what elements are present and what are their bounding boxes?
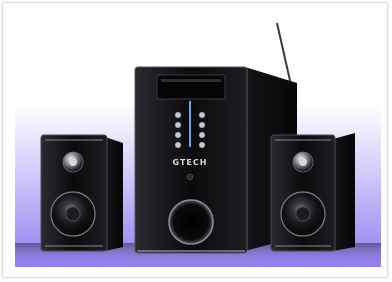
product-photo: GTECH: [15, 15, 381, 267]
brand-logo: GTECH: [173, 158, 208, 167]
image-frame: GTECH: [2, 2, 388, 278]
display-window: [156, 74, 226, 100]
right-speaker: [270, 133, 355, 252]
left-speaker: [40, 134, 123, 252]
